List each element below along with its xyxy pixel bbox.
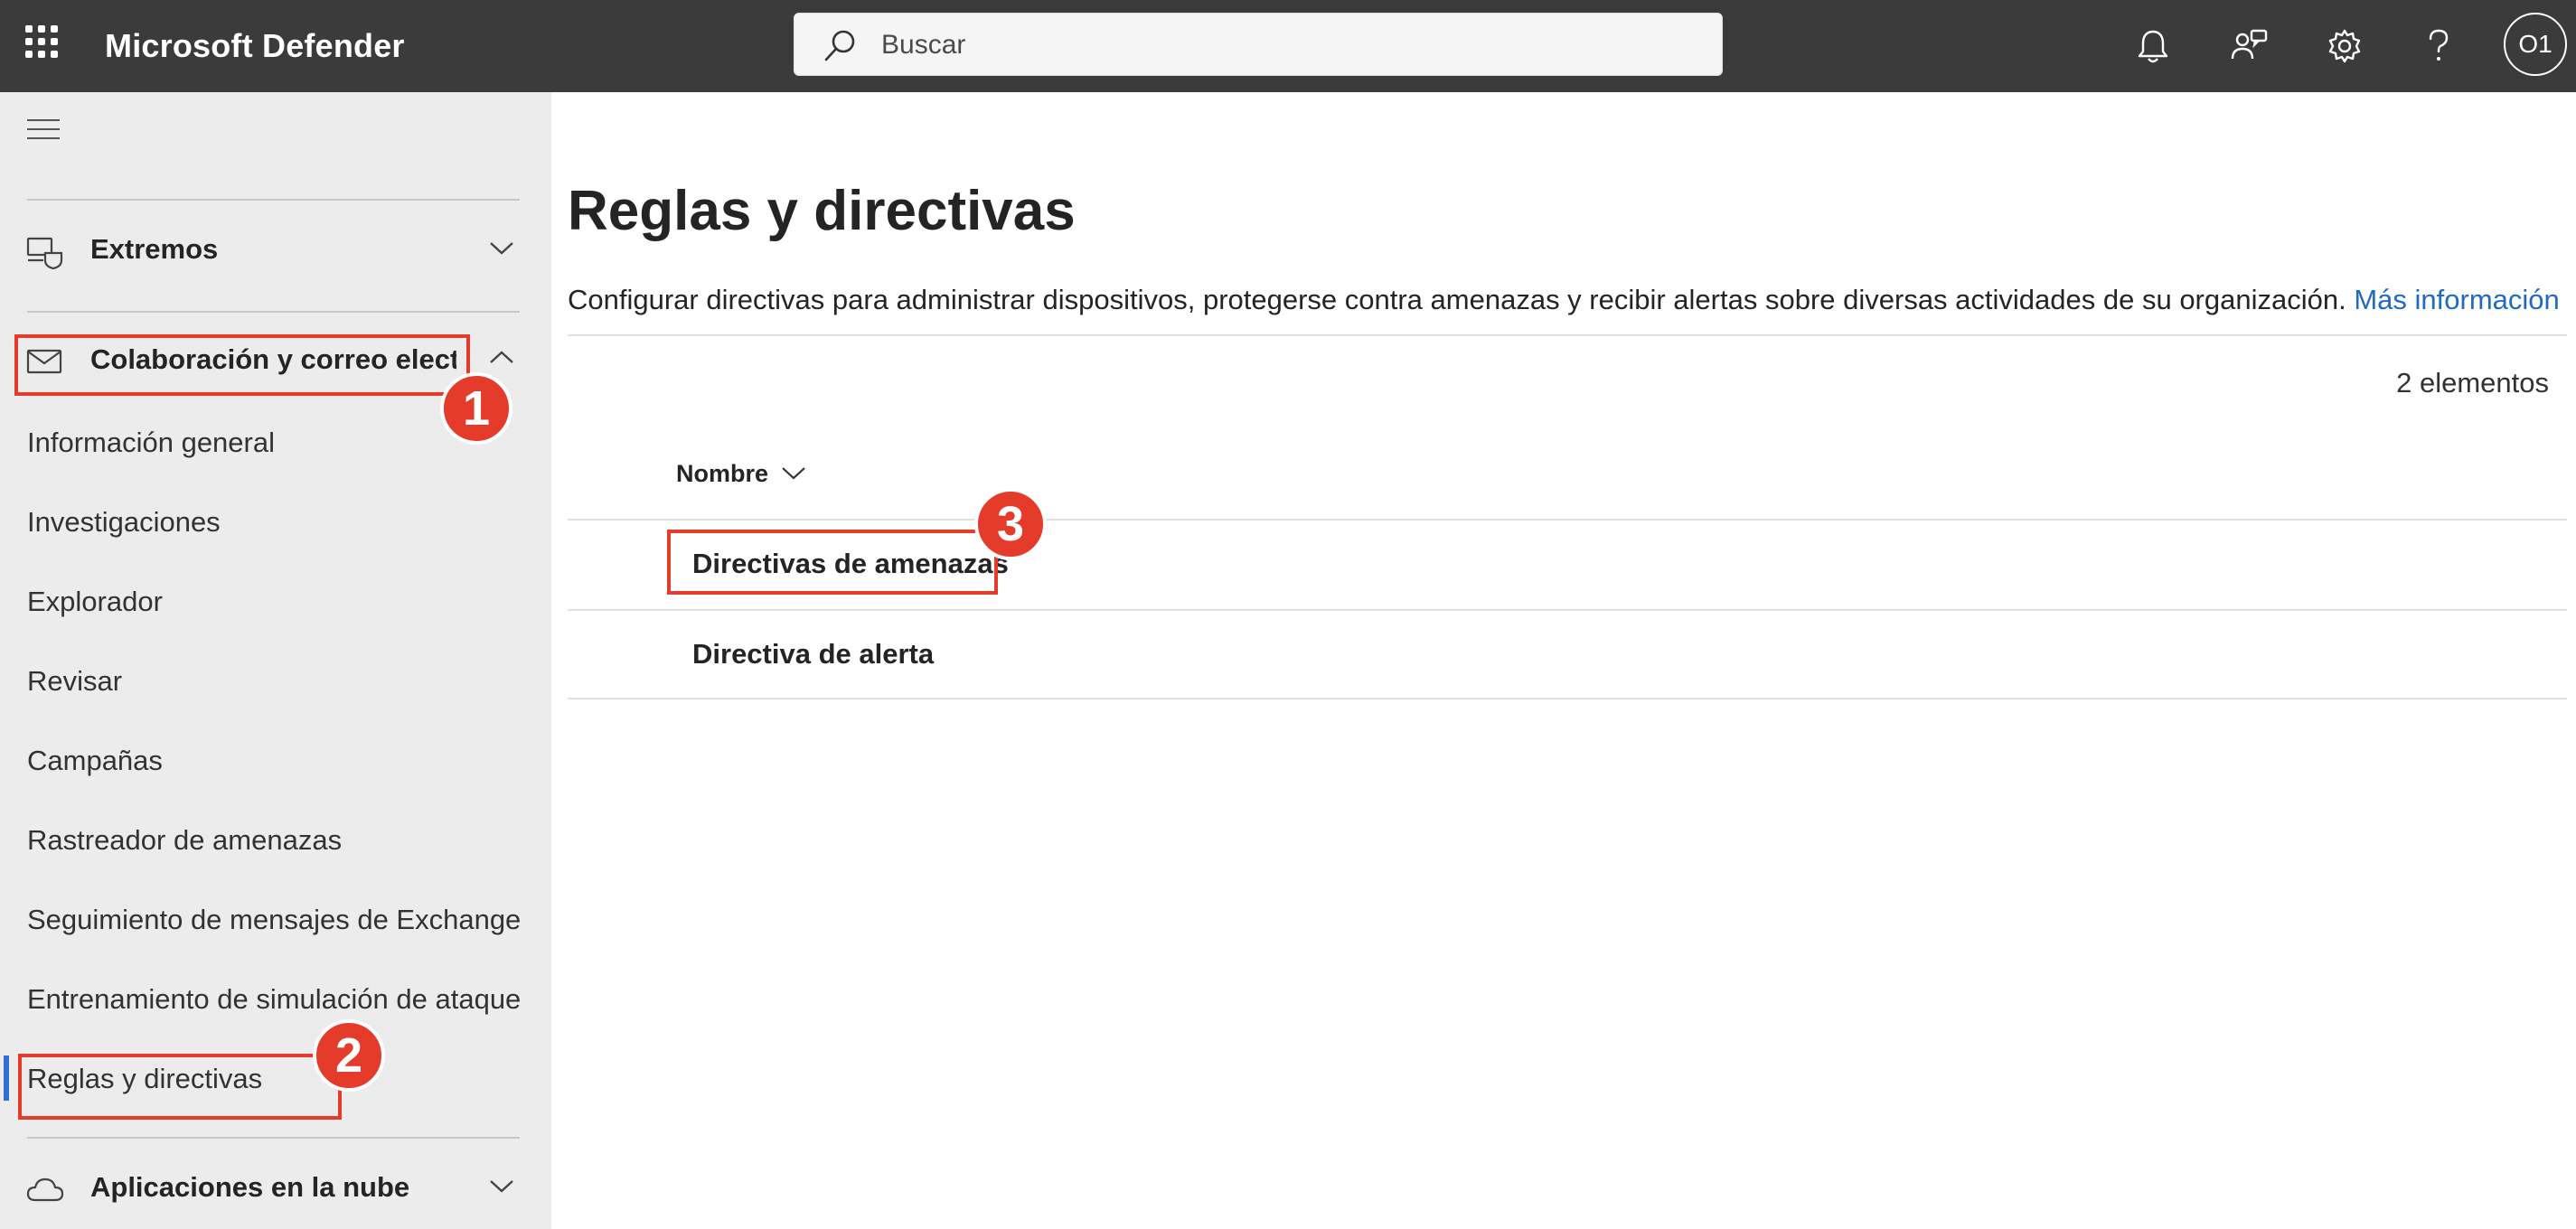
sidebar-divider xyxy=(27,311,520,313)
sidebar-group-email-collaboration[interactable]: Colaboración y correo electrónico xyxy=(0,325,551,398)
header-divider xyxy=(568,334,2567,336)
bell-icon[interactable] xyxy=(2128,21,2178,71)
mail-icon xyxy=(26,349,62,374)
search-box[interactable] xyxy=(794,13,1723,76)
column-header-label: Nombre xyxy=(676,460,769,487)
devices-icon xyxy=(26,237,63,269)
app-title[interactable]: Microsoft Defender xyxy=(105,25,405,67)
sidebar-group-label: Colaboración y correo electrónico xyxy=(90,343,456,375)
search-input[interactable] xyxy=(879,26,1693,64)
sidebar-item-reglas-y-directivas[interactable]: Reglas y directivas xyxy=(27,1061,262,1097)
sidebar-item-informacion-general[interactable]: Información general xyxy=(27,425,275,461)
sidebar-group-extremos[interactable]: Extremos xyxy=(0,215,551,287)
top-bar: Microsoft Defender O1 xyxy=(0,0,2576,92)
sidebar-group-label: Aplicaciones en la nube xyxy=(90,1171,410,1203)
column-header-nombre[interactable]: Nombre xyxy=(676,455,806,492)
sidebar: Extremos Colaboración y correo electróni… xyxy=(0,92,551,1229)
page-description-text: Configurar directivas para administrar d… xyxy=(568,284,2346,315)
sidebar-item-entrenamiento-de-simulacion[interactable]: Entrenamiento de simulación de ataque xyxy=(27,981,521,1018)
gear-icon[interactable] xyxy=(2319,21,2370,71)
chevron-down-icon xyxy=(782,467,805,480)
active-indicator xyxy=(4,1055,9,1101)
avatar[interactable]: O1 xyxy=(2504,13,2567,76)
page-title: Reglas y directivas xyxy=(568,180,1076,242)
sidebar-divider xyxy=(27,199,520,201)
sidebar-item-explorador[interactable]: Explorador xyxy=(27,584,163,620)
sidebar-item-campanas[interactable]: Campañas xyxy=(27,743,163,779)
chevron-down-icon xyxy=(490,242,513,255)
sidebar-divider xyxy=(27,1137,520,1139)
help-icon[interactable] xyxy=(2413,21,2464,71)
page-description: Configurar directivas para administrar d… xyxy=(568,280,2560,320)
sidebar-group-label: Extremos xyxy=(90,233,219,265)
more-info-link[interactable]: Más información xyxy=(2354,284,2559,315)
item-count: 2 elementos xyxy=(2396,367,2549,399)
hamburger-menu-icon[interactable] xyxy=(27,119,60,143)
chevron-up-icon xyxy=(490,351,513,363)
sidebar-group-cloud-apps[interactable]: Aplicaciones en la nube xyxy=(0,1153,551,1225)
main-content: Reglas y directivas Configurar directiva… xyxy=(551,92,2576,1229)
row-name-cell[interactable]: Directiva de alerta xyxy=(692,634,934,674)
sidebar-item-revisar[interactable]: Revisar xyxy=(27,663,122,699)
community-icon[interactable] xyxy=(2223,21,2274,71)
sidebar-item-rastreador-de-amenazas[interactable]: Rastreador de amenazas xyxy=(27,822,342,858)
sidebar-item-seguimiento-de-mensajes[interactable]: Seguimiento de mensajes de Exchange xyxy=(27,902,521,938)
table-row[interactable]: Directiva de alerta xyxy=(568,611,2567,699)
table-row[interactable]: Directivas de amenazas xyxy=(568,521,2567,609)
cloud-icon xyxy=(26,1177,64,1202)
search-icon xyxy=(824,30,855,61)
sidebar-item-investigaciones[interactable]: Investigaciones xyxy=(27,504,221,540)
waffle-icon[interactable] xyxy=(25,25,58,58)
table-row-divider xyxy=(568,698,2567,699)
row-name-cell[interactable]: Directivas de amenazas xyxy=(692,544,1009,584)
chevron-down-icon xyxy=(490,1180,513,1193)
